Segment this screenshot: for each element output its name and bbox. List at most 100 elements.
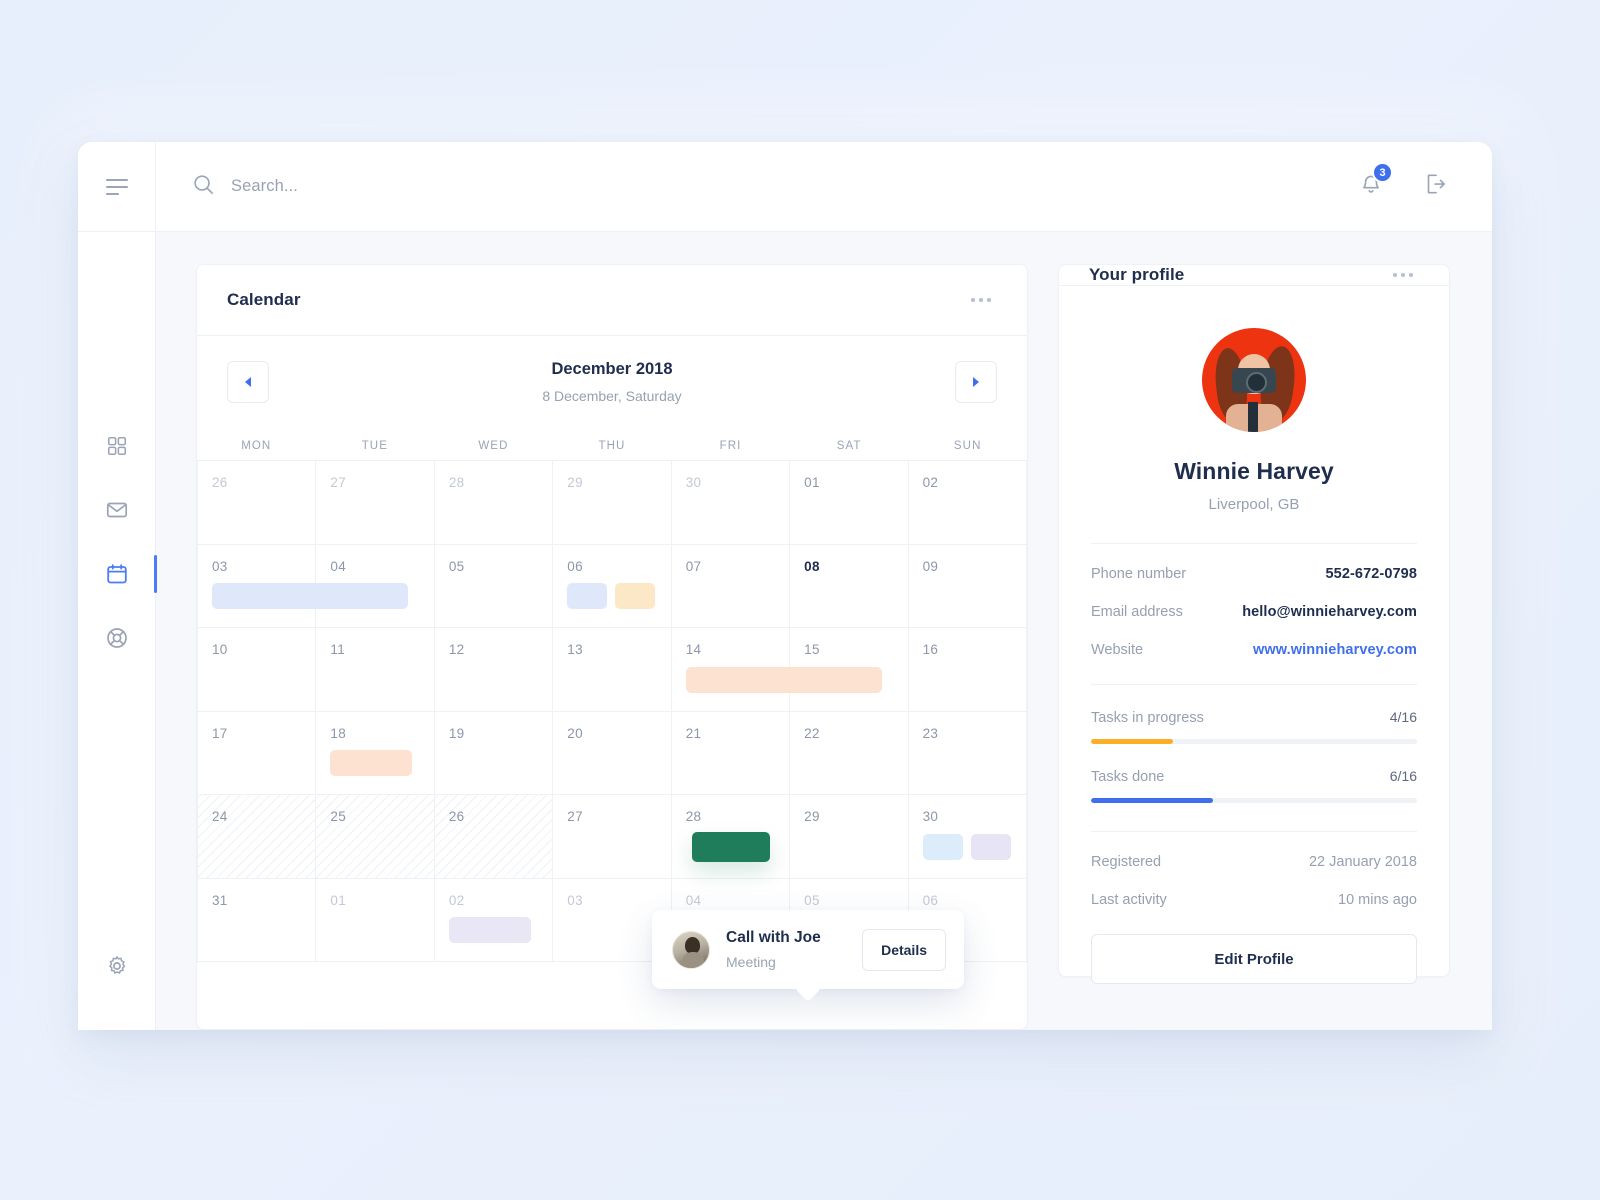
calendar-day-cell[interactable]: 10 <box>198 628 317 712</box>
day-number: 06 <box>567 558 583 574</box>
calendar-day-cell[interactable]: 06 <box>553 544 672 628</box>
website-link[interactable]: www.winnieharvey.com <box>1253 642 1417 658</box>
calendar-more-menu[interactable] <box>965 292 997 308</box>
calendar-day-cell[interactable]: 17 <box>198 711 317 795</box>
calendar-day-cell[interactable]: 25 <box>316 795 435 879</box>
calendar-day-cell[interactable]: 02 <box>434 878 554 962</box>
calendar-day-cell[interactable]: 21 <box>671 711 791 795</box>
calendar-day-cell[interactable]: 27 <box>316 461 435 545</box>
next-month-button[interactable] <box>954 361 997 403</box>
search-input[interactable] <box>231 177 651 196</box>
sidebar-item-dashboard[interactable] <box>95 424 139 468</box>
calendar-day-cell[interactable]: 03 <box>198 544 408 628</box>
calendar-day-cell[interactable]: 22 <box>790 711 909 795</box>
calendar-day-cell[interactable]: 05 <box>434 544 554 628</box>
calendar-day-cell[interactable]: 30 <box>671 461 791 545</box>
calendar-day-cell[interactable]: 23 <box>908 711 1027 795</box>
day-number: 13 <box>567 642 583 657</box>
profile-detail-row: Website www.winnieharvey.com <box>1091 642 1417 658</box>
calendar-day-cell[interactable]: 15 <box>790 628 909 712</box>
calendar-day-cell[interactable]: 24 <box>198 795 317 879</box>
logout-button[interactable] <box>1422 171 1448 202</box>
day-number: 16 <box>922 642 939 657</box>
calendar-day-cell[interactable]: 28 <box>671 795 791 879</box>
day-number: 27 <box>330 475 347 490</box>
day-number: 02 <box>922 475 939 490</box>
day-number: 05 <box>448 558 465 574</box>
day-number: 10 <box>212 642 228 657</box>
sidebar-item-calendar[interactable] <box>95 552 157 596</box>
calendar-event[interactable] <box>691 831 770 862</box>
profile-more-menu[interactable] <box>1387 267 1419 283</box>
calendar-day-cell[interactable]: 26 <box>198 461 317 545</box>
profile-card-header: Your profile <box>1059 265 1449 286</box>
calendar-day-cell[interactable]: 30 <box>908 795 1027 879</box>
day-number: 18 <box>330 725 347 741</box>
day-number: 24 <box>212 809 228 824</box>
sidebar <box>78 232 157 1030</box>
search-area <box>156 142 1358 231</box>
calendar-weekday-header: MON TUE WED THU FRI SAT SUN <box>197 440 1027 452</box>
calendar-day-cell[interactable]: 16 <box>908 628 1027 712</box>
detail-label: Website <box>1091 642 1144 658</box>
calendar-day-cell[interactable]: 20 <box>553 711 672 795</box>
calendar-event[interactable] <box>615 583 656 609</box>
profile-tasks: Tasks in progress 4/16 Tasks done 6/16 <box>1091 709 1417 803</box>
calendar-day-cell[interactable]: 09 <box>908 544 1027 628</box>
profile-detail-row: Phone number 552-672-0798 <box>1091 566 1417 582</box>
calendar-day-cell[interactable]: 04 <box>316 544 435 628</box>
popover-subtitle: Meeting <box>726 953 776 970</box>
calendar-event[interactable] <box>567 583 608 609</box>
calendar-day-cell[interactable]: 31 <box>198 878 317 962</box>
calendar-day-cell[interactable]: 28 <box>434 461 554 545</box>
hamburger-icon[interactable] <box>105 178 128 195</box>
day-number: 19 <box>448 725 465 741</box>
calendar-event[interactable] <box>448 917 531 943</box>
calendar-day-cell[interactable]: 29 <box>790 795 909 879</box>
page-background: 3 <box>0 0 1600 1200</box>
calendar-day-cell[interactable]: 07 <box>671 544 791 628</box>
calendar-day-cell[interactable]: 01 <box>316 878 435 962</box>
profile-body: Winnie Harvey Liverpool, GB Phone number… <box>1059 286 1449 984</box>
calendar-day-cell[interactable]: 12 <box>434 628 554 712</box>
edit-profile-button[interactable]: Edit Profile <box>1091 934 1417 984</box>
calendar-event[interactable] <box>922 833 963 860</box>
calendar-day-cell[interactable]: 18 <box>316 711 435 795</box>
calendar-day-cell[interactable]: 11 <box>316 628 435 712</box>
calendar-day-cell[interactable]: 02 <box>908 461 1027 545</box>
sidebar-item-support[interactable] <box>95 616 139 660</box>
calendar-day-cell[interactable]: 01 <box>790 461 909 545</box>
day-number: 26 <box>212 475 228 490</box>
notifications-button[interactable]: 3 <box>1358 162 1393 202</box>
calendar-day-cell[interactable]: 14 <box>671 628 882 712</box>
calendar-day-cell[interactable]: 19 <box>434 711 554 795</box>
profile-location: Liverpool, GB <box>1208 496 1300 513</box>
task-progress-fill <box>1091 798 1214 803</box>
day-number: 30 <box>685 475 702 490</box>
calendar-day-cell[interactable]: 27 <box>553 795 672 879</box>
sidebar-item-mail[interactable] <box>95 488 139 532</box>
calendar-event[interactable] <box>970 833 1011 860</box>
popover-details-button[interactable]: Details <box>862 928 946 971</box>
profile-card: Your profile Winnie Harvey Liverpool, GB… <box>1058 264 1450 984</box>
calendar-day-cell[interactable]: 26 <box>434 795 554 879</box>
prev-month-button[interactable] <box>227 361 269 403</box>
calendar-nav: December 2018 8 December, Saturday <box>197 336 1027 414</box>
profile-meta: Registered 22 January 2018 Last activity 10… <box>1091 854 1417 908</box>
grid-icon <box>107 436 126 456</box>
menu-toggle[interactable] <box>78 142 156 231</box>
day-number: 05 <box>804 892 820 908</box>
calendar-day-cell[interactable]: 08 <box>790 544 909 628</box>
popover-text: Call with Joe Meeting <box>726 928 846 972</box>
calendar-event[interactable] <box>330 750 413 776</box>
meta-value: 22 January 2018 <box>1308 854 1417 870</box>
day-number: 23 <box>922 725 939 741</box>
search-icon <box>192 173 215 201</box>
calendar-day-cell[interactable]: 13 <box>553 628 672 712</box>
detail-label: Email address <box>1091 604 1183 620</box>
sidebar-item-settings[interactable] <box>95 944 139 988</box>
envelope-icon <box>106 502 127 518</box>
calendar-day-cell[interactable]: 29 <box>553 461 672 545</box>
day-number: 02 <box>448 892 465 908</box>
divider-3 <box>1091 831 1417 832</box>
